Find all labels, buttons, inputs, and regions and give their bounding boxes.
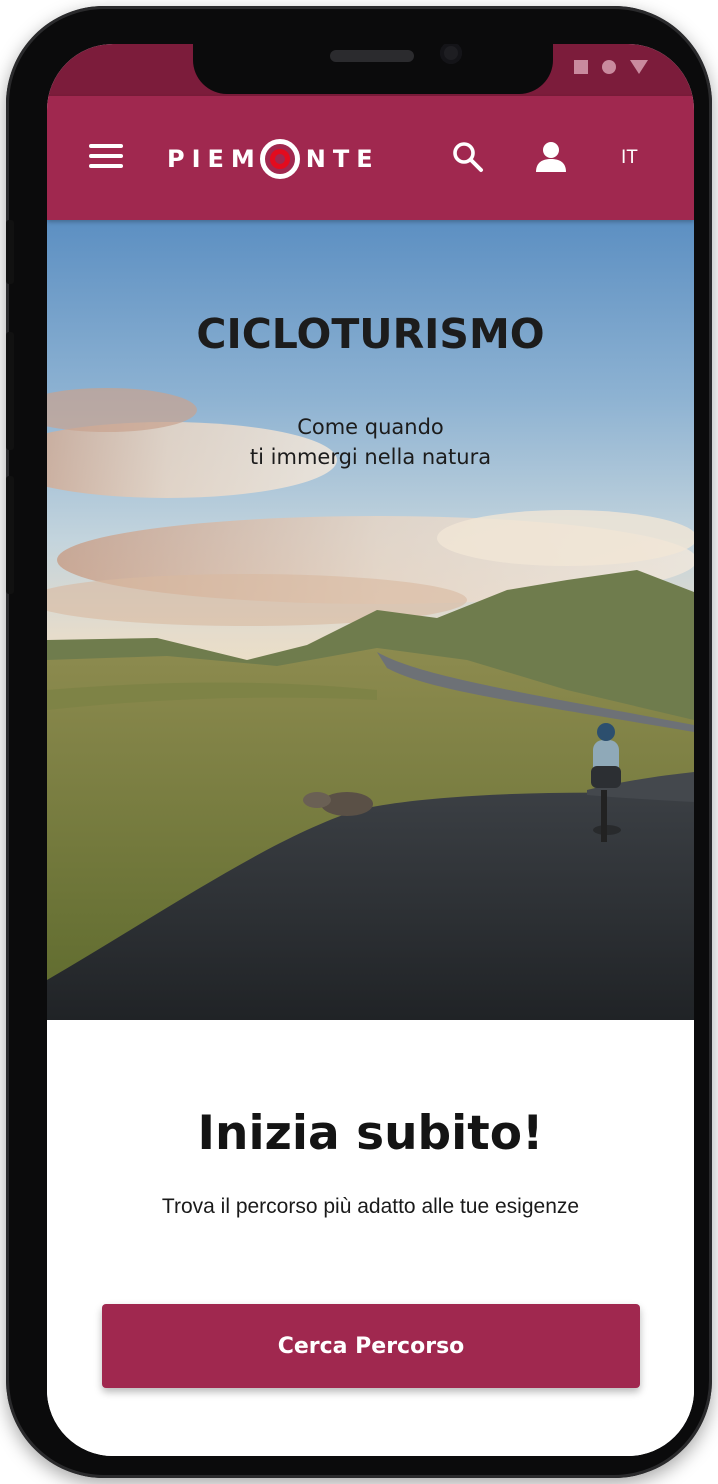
cta-description: Trova il percorso più adatto alle tue es…: [161, 1195, 580, 1218]
hamburger-menu-icon[interactable]: [89, 144, 123, 172]
speaker-grille: [330, 50, 414, 62]
status-icons: [574, 60, 648, 74]
logo-text-left: PIEM: [167, 145, 262, 173]
search-route-button[interactable]: Cerca Percorso: [102, 1304, 640, 1388]
hero-subtitle: Come quando ti immergi nella natura: [47, 412, 694, 472]
signal-square-icon: [574, 60, 588, 74]
hero-banner: CICLOTURISMO Come quando ti immergi nell…: [47, 220, 694, 1020]
search-icon[interactable]: [451, 140, 485, 174]
user-icon[interactable]: [533, 140, 569, 174]
status-bar: [47, 44, 694, 96]
cta-section: Inizia subito! Trova il percorso più ada…: [47, 1020, 694, 1456]
hero-title: CICLOTURISMO: [196, 310, 545, 358]
piemonte-logo[interactable]: PIEM NTE: [167, 134, 380, 184]
hero-subtitle-line-2: ti immergi nella natura: [249, 445, 492, 469]
front-camera: [440, 44, 462, 64]
logo-text-right: NTE: [305, 145, 380, 173]
phone-screen: PIEM NTE IT CICLOTURISMO Come quando ti …: [47, 44, 694, 1456]
phone-frame: PIEM NTE IT CICLOTURISMO Come quando ti …: [6, 6, 712, 1478]
wifi-dot-icon: [602, 60, 616, 74]
battery-triangle-icon: [630, 60, 648, 74]
app-header: PIEM NTE IT: [47, 96, 694, 220]
silent-switch: [6, 220, 14, 284]
language-selector[interactable]: IT: [621, 144, 651, 172]
logo-target-icon: [259, 139, 300, 179]
cta-title: Inizia subito!: [197, 1106, 544, 1161]
volume-up-button: [6, 332, 14, 450]
notch: [193, 44, 553, 94]
volume-down-button: [6, 476, 14, 594]
hero-subtitle-line-1: Come quando: [297, 415, 444, 439]
